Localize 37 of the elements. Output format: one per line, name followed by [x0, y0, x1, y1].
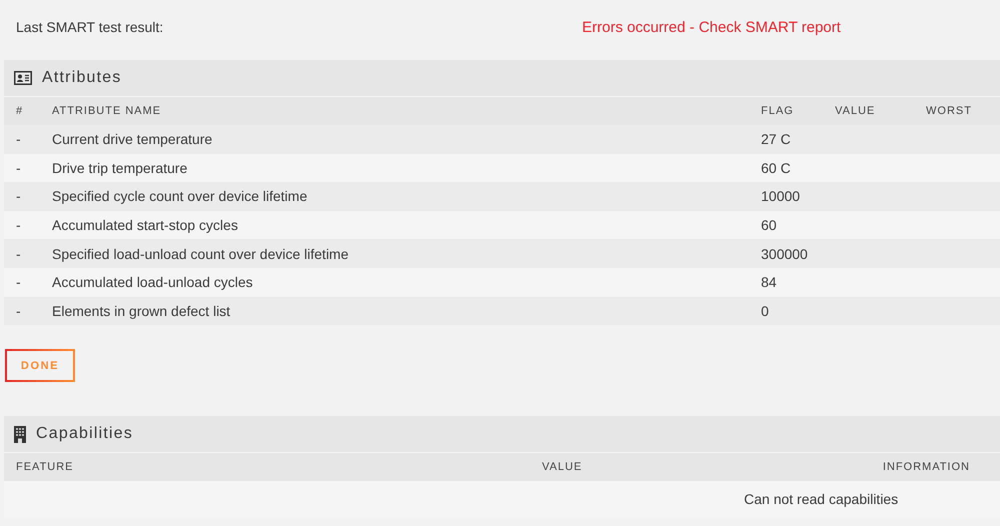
column-header: VALUE [530, 452, 732, 482]
table-cell-text: 300000 [760, 244, 809, 264]
table-cell-text: 27 C [760, 130, 792, 150]
id-card-icon [14, 71, 32, 85]
table-cell-text: Specified cycle count over device lifetime [51, 187, 308, 206]
table-cell-text: Accumulated load-unload cycles [51, 273, 254, 292]
done-button[interactable]: DONE [5, 349, 75, 382]
table-cell: Can not read capabilities [744, 491, 898, 508]
column-header: FEATURE [4, 452, 530, 482]
table-cell-text: Accumulated start-stop cycles [51, 216, 239, 236]
column-header: ATTRIBUTE NAME [40, 96, 749, 125]
column-header: # [4, 96, 40, 125]
section-title: Capabilities [36, 425, 134, 444]
column-header: WORST [914, 96, 1000, 125]
table-cell-text: Elements in grown defect list [51, 302, 232, 321]
table-cell-text: 0 [760, 302, 770, 321]
table-cell-text: - [15, 216, 22, 236]
table-cell-text: Current drive temperature [51, 130, 214, 150]
table-cell-text: - [15, 187, 22, 206]
table-cell-text: Specified load-unload count over device lifetime [51, 244, 350, 264]
table-cell-text: - [15, 130, 22, 150]
table-cell-text: - [15, 273, 22, 292]
table-cell-text: Drive trip temperature [51, 158, 188, 178]
table-cell-text: - [15, 302, 22, 321]
section-title: Attributes [42, 69, 122, 87]
result-label: Last SMART test result: [15, 19, 164, 35]
error-message: Errors occurred - Check SMART report [582, 18, 841, 36]
table-cell-text: 60 [760, 216, 778, 236]
column-header: FLAG [749, 96, 823, 125]
column-header: VALUE [823, 96, 914, 125]
building-icon [14, 426, 26, 443]
table-cell-text: 10000 [760, 187, 801, 206]
table-cell-text: - [15, 158, 22, 178]
table-cell-text: 60 C [760, 158, 792, 178]
table-cell-text: 84 [760, 273, 778, 292]
table-cell-text: - [15, 244, 22, 264]
column-header: INFORMATION [732, 452, 1000, 482]
